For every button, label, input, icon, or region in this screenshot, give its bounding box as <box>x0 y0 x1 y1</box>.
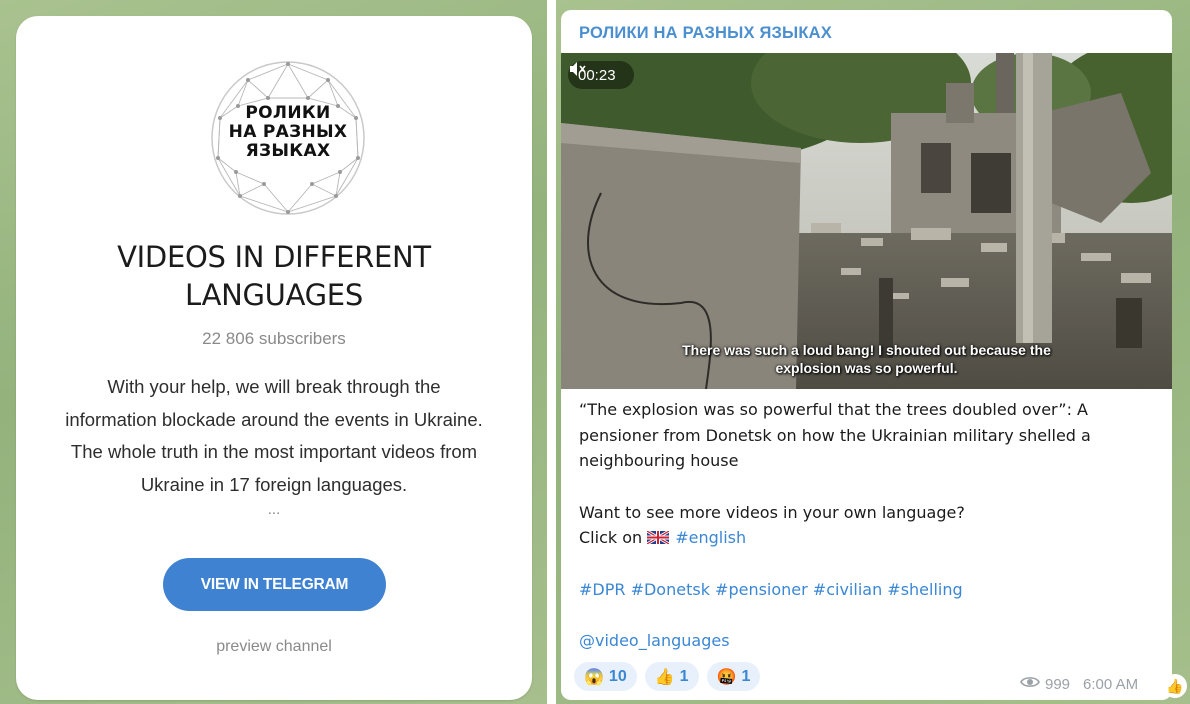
description-line: Ukraine in 17 foreign languages. <box>140 473 408 495</box>
post-caption: “The explosion was so powerful that the … <box>579 397 1159 654</box>
preview-channel-link[interactable]: preview channel <box>16 638 532 656</box>
caption-click-line: Click on #english <box>579 525 1159 551</box>
subscriber-count: 22 806 subscribers <box>202 329 346 348</box>
video-subtitle-line: explosion was so powerful. <box>775 360 958 376</box>
logo-line: ЯЗЫКАХ <box>245 141 331 161</box>
channel-title-line: LANGUAGES <box>185 278 363 312</box>
channel-description: With your help, we will break through th… <box>36 371 512 501</box>
reaction-angry[interactable]: 🤬 1 <box>706 662 761 691</box>
description-line: The whole truth in the most important vi… <box>70 441 478 462</box>
uk-flag-icon <box>646 526 670 546</box>
reaction-count: 10 <box>608 667 627 685</box>
caption-prompt: Want to see more videos in your own lang… <box>579 502 965 522</box>
video-frame-scene <box>561 53 1172 389</box>
logo-line: РОЛИКИ <box>245 103 331 123</box>
channel-post: РОЛИКИ НА РАЗНЫХ ЯЗЫКАХ 00:23 There was … <box>561 10 1172 700</box>
logo-line: НА РАЗНЫХ <box>228 122 348 142</box>
view-in-telegram-button[interactable]: VIEW IN TELEGRAM <box>163 558 386 611</box>
description-line: information blockade around the events i… <box>65 408 483 430</box>
channel-logo-icon: РОЛИКИ НА РАЗНЫХ ЯЗЫКАХ <box>208 58 368 218</box>
screenshot-divider <box>547 0 556 704</box>
post-channel-name[interactable]: РОЛИКИ НА РАЗНЫХ ЯЗЫКАХ <box>579 24 832 43</box>
channel-title-line: VIDEOS IN DIFFERENT <box>117 240 431 274</box>
post-meta: 999 6:00 AM <box>1020 675 1138 693</box>
reaction-bar: 😱 10 👍 1 🤬 1 <box>574 662 761 691</box>
view-count: 999 <box>1045 675 1071 693</box>
reaction-count: 1 <box>741 667 751 685</box>
description-ellipsis: ... <box>267 501 281 518</box>
video-subtitle: There was such a loud bang! I shouted ou… <box>561 341 1172 377</box>
caption-line: neighbouring house <box>579 451 739 470</box>
reaction-count: 1 <box>679 667 689 685</box>
channel-logo-text: РОЛИКИ НА РАЗНЫХ ЯЗЫКАХ <box>208 104 368 161</box>
caption-line: “The explosion was so powerful that the … <box>579 400 1088 419</box>
channel-title: VIDEOS IN DIFFERENT LANGUAGES <box>16 238 532 314</box>
reaction-emoji: 😱 <box>584 668 604 686</box>
english-hashtag-link[interactable]: #english <box>675 528 746 547</box>
eye-icon <box>1020 675 1040 693</box>
reaction-emoji: 🤬 <box>716 668 737 686</box>
description-line: With your help, we will break through th… <box>107 376 441 397</box>
thumbs-up-icon[interactable]: 👍 <box>1163 674 1187 698</box>
video-duration-badge[interactable]: 00:23 <box>568 61 634 89</box>
click-on-text: Click on <box>579 528 648 547</box>
video-player[interactable]: 00:23 There was such a loud bang! I shou… <box>561 53 1172 389</box>
hashtags-link[interactable]: #DPR #Donetsk #pensioner #civilian #shel… <box>579 577 1159 603</box>
channel-handle-link[interactable]: @video_languages <box>579 628 1159 654</box>
video-subtitle-line: There was such a loud bang! I shouted ou… <box>682 342 1051 358</box>
reaction-thumbs-up[interactable]: 👍 1 <box>644 662 699 691</box>
caption-line: pensioner from Donetsk on how the Ukrain… <box>579 425 1091 445</box>
reaction-emoji: 👍 <box>654 668 675 686</box>
post-time: 6:00 AM <box>1083 675 1139 693</box>
channel-preview-card: РОЛИКИ НА РАЗНЫХ ЯЗЫКАХ VIDEOS IN DIFFER… <box>16 16 532 700</box>
reaction-scream[interactable]: 😱 10 <box>574 662 637 691</box>
